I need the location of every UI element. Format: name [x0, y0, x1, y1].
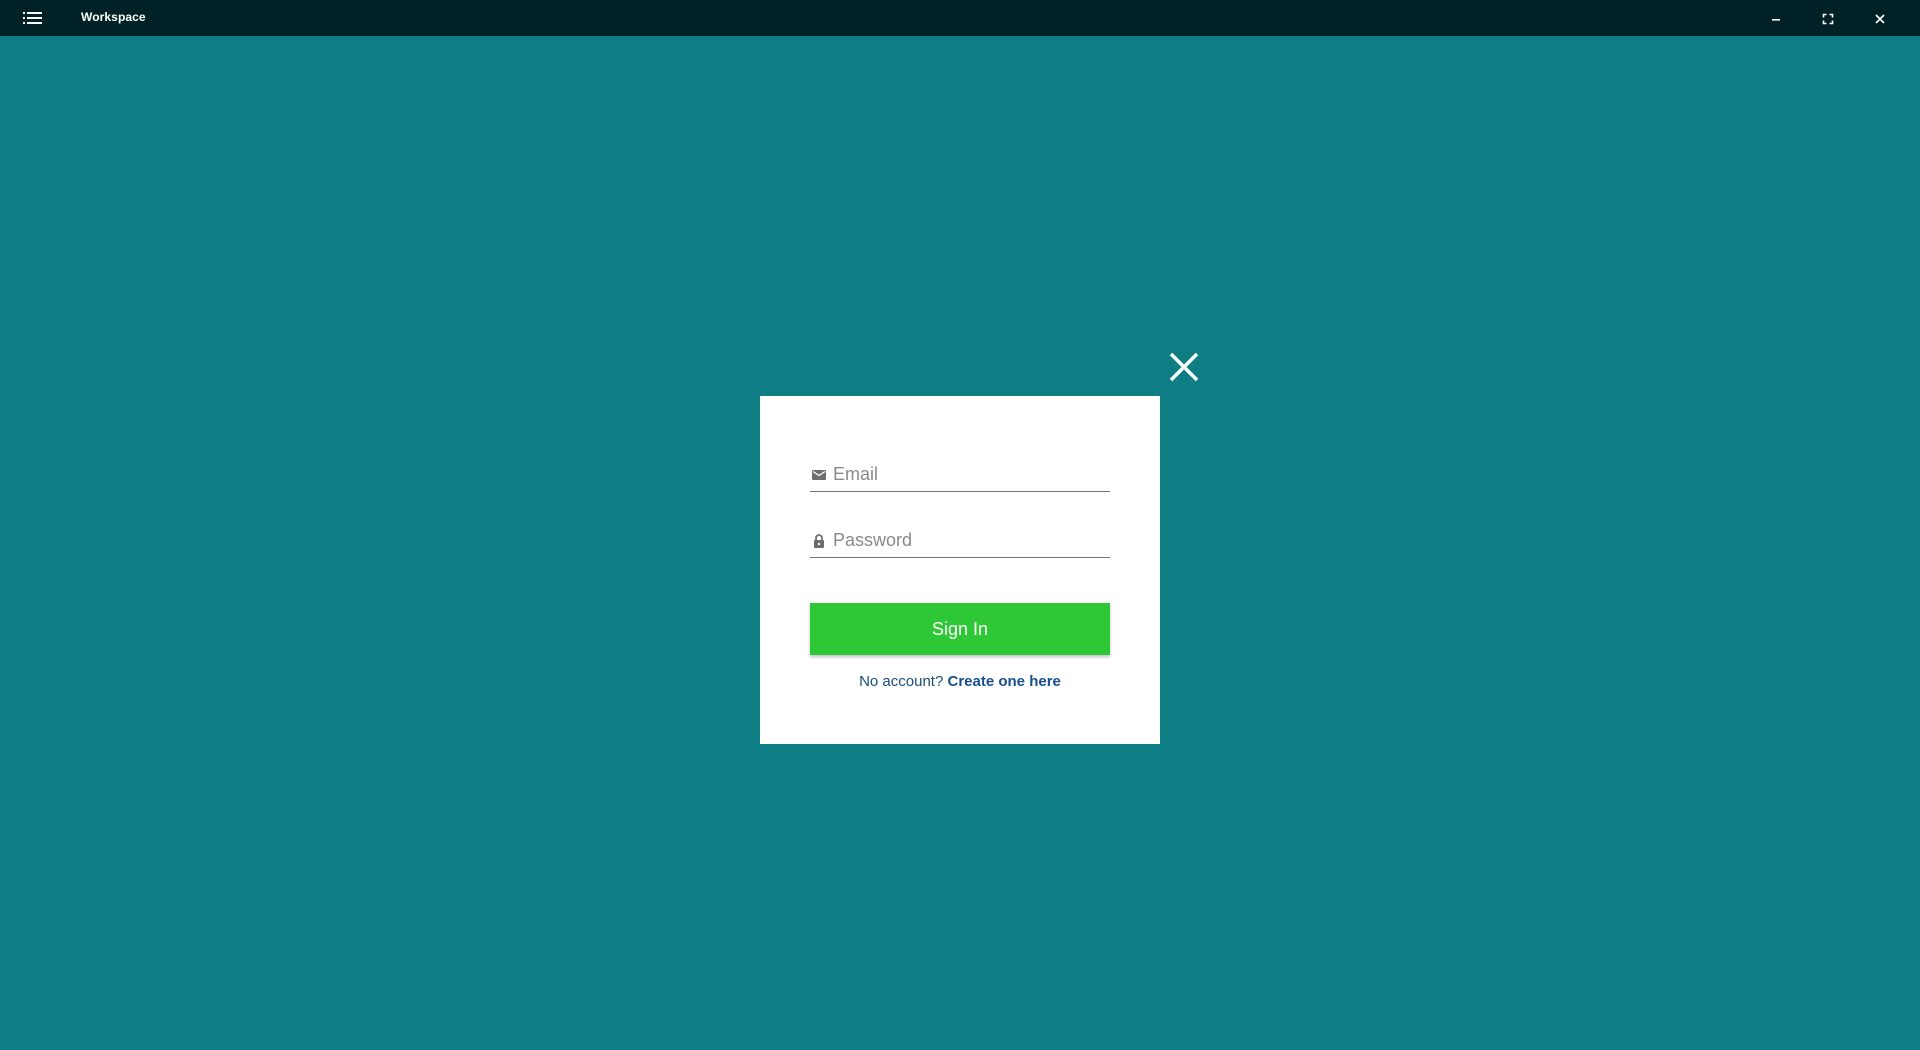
title-bar: Workspace [0, 0, 1920, 36]
mail-icon [810, 466, 828, 484]
signup-prompt-text: No account? [859, 673, 944, 690]
maximize-icon [1822, 13, 1834, 25]
email-input[interactable] [833, 459, 1103, 490]
menu-button[interactable] [20, 6, 46, 30]
minimize-button[interactable] [1758, 6, 1794, 32]
hamburger-list-icon [23, 12, 42, 24]
email-field [810, 458, 1110, 492]
close-icon [1875, 14, 1885, 24]
signup-prompt: No account? Create one here [760, 673, 1160, 690]
modal-close-button[interactable] [1166, 349, 1202, 385]
maximize-button[interactable] [1810, 6, 1846, 32]
lock-icon [810, 532, 828, 550]
create-account-link[interactable]: Create one here [948, 673, 1061, 690]
password-field [810, 524, 1110, 558]
close-icon [1169, 352, 1199, 382]
sign-in-dialog: Sign In No account? Create one here [760, 396, 1160, 744]
minimize-icon [1772, 19, 1780, 21]
app-title: Workspace [81, 10, 146, 24]
window-close-button[interactable] [1862, 6, 1898, 32]
sign-in-button[interactable]: Sign In [810, 603, 1110, 655]
password-input[interactable] [833, 525, 1103, 556]
